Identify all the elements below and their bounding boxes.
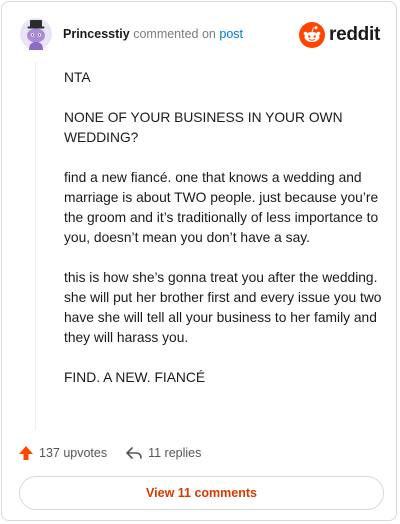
view-comments-button[interactable]: View 11 comments (19, 476, 384, 510)
post-link[interactable]: post (219, 27, 243, 41)
comment-paragraph: this is how she’s gonna treat you after … (64, 270, 382, 345)
comment-header: Princesstiy commented on post reddit (20, 18, 380, 52)
upvote-stat[interactable]: 137 upvotes (18, 445, 107, 461)
comment-footer: 137 upvotes 11 replies (18, 443, 380, 463)
comment-paragraph: NONE OF YOUR BUSINESS IN YOUR OWN WEDDIN… (64, 110, 343, 145)
reply-stat[interactable]: 11 replies (125, 445, 201, 461)
reply-count: 11 replies (148, 446, 202, 460)
comment-body: NTA NONE OF YOUR BUSINESS IN YOUR OWN WE… (64, 68, 382, 408)
comment-meta: Princesstiy commented on post (63, 27, 243, 41)
username[interactable]: Princesstiy (63, 27, 130, 41)
user-avatar[interactable] (20, 18, 52, 50)
thread-line[interactable] (35, 62, 36, 430)
reddit-wordmark: reddit (329, 24, 380, 45)
upvote-count: 137 upvotes (39, 446, 108, 460)
comment-paragraph: FIND. A NEW. FIANCÉ (64, 370, 206, 385)
comment-paragraph: NTA (64, 70, 91, 85)
comment-action: commented on (133, 27, 216, 41)
reddit-logo-icon (299, 22, 326, 48)
comment-paragraph: find a new fiancé. one that knows a wedd… (64, 170, 379, 245)
comment-card: Princesstiy commented on post reddit NTA… (1, 1, 397, 521)
reply-arrow-icon[interactable] (125, 445, 143, 461)
reddit-logo[interactable]: reddit (299, 21, 380, 49)
upvote-arrow-icon[interactable] (18, 445, 34, 461)
